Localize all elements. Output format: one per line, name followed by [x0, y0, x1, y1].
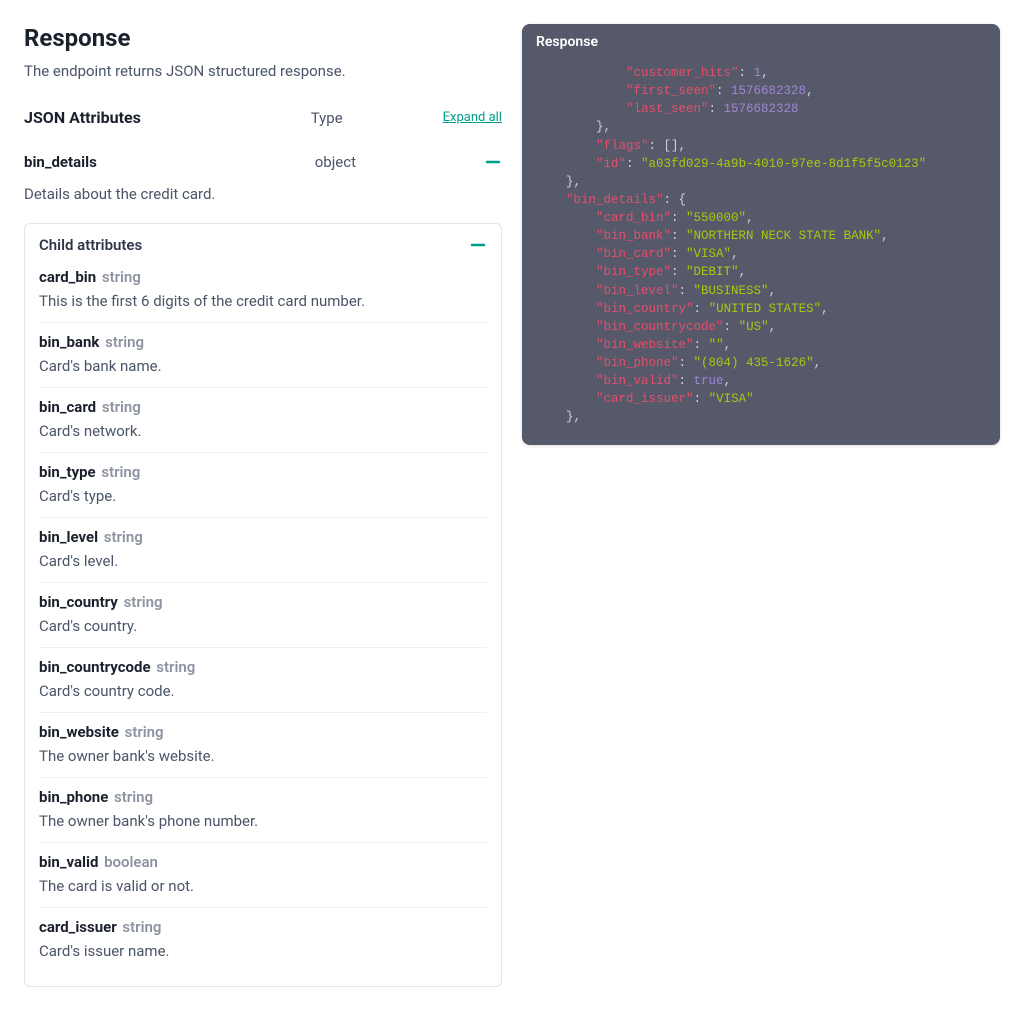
- child-attribute-description: Card's issuer name.: [39, 942, 487, 960]
- child-attribute-type: boolean: [100, 853, 158, 871]
- child-attribute-description: The card is valid or not.: [39, 877, 487, 895]
- child-attribute-type: string: [98, 463, 141, 481]
- child-attribute-row: bin_type string Card's type.: [39, 452, 487, 517]
- page-title: Response: [24, 24, 502, 52]
- child-attribute-description: Card's country code.: [39, 682, 487, 700]
- child-attribute-type: string: [121, 723, 164, 741]
- child-attribute-type: string: [120, 593, 163, 611]
- child-attribute-type: string: [100, 528, 143, 546]
- child-attribute-row: bin_countrycode string Card's country cod…: [39, 647, 487, 712]
- child-attribute-type: string: [119, 918, 162, 936]
- child-attribute-name: bin_valid: [39, 853, 98, 871]
- child-attribute-description: Card's network.: [39, 422, 487, 440]
- collapse-icon[interactable]: [484, 153, 502, 171]
- child-attribute-type: string: [101, 333, 144, 351]
- response-code-panel: Response "customer_hits": 1, "first_seen…: [522, 24, 1000, 445]
- child-attribute-name: card_issuer: [39, 918, 117, 936]
- child-attribute-type: string: [98, 268, 141, 286]
- child-attribute-type: string: [153, 658, 196, 676]
- child-attribute-type: string: [110, 788, 153, 806]
- child-attribute-row: bin_bank string Card's bank name.: [39, 322, 487, 387]
- child-attributes-label: Child attributes: [39, 236, 142, 254]
- child-attribute-row: card_bin string This is the first 6 digit…: [39, 266, 487, 322]
- child-attribute-type: string: [98, 398, 141, 416]
- child-attribute-description: This is the first 6 digits of the credit…: [39, 292, 487, 310]
- intro-text: The endpoint returns JSON structured res…: [24, 62, 502, 80]
- attribute-type: object: [315, 153, 356, 171]
- child-attribute-description: Card's bank name.: [39, 357, 487, 375]
- collapse-icon[interactable]: [469, 236, 487, 254]
- attribute-name: bin_details: [24, 153, 97, 171]
- child-attribute-name: card_bin: [39, 268, 96, 286]
- child-attribute-name: bin_website: [39, 723, 119, 741]
- child-attributes-header[interactable]: Child attributes: [39, 224, 487, 266]
- child-attribute-name: bin_phone: [39, 788, 108, 806]
- code-panel-title: Response: [522, 24, 1000, 60]
- child-attribute-row: bin_level string Card's level.: [39, 517, 487, 582]
- child-attributes-box: Child attributes card_bin string This is …: [24, 223, 502, 987]
- expand-all-link[interactable]: Expand all: [443, 110, 502, 125]
- child-attribute-row: bin_country string Card's country.: [39, 582, 487, 647]
- child-attribute-name: bin_countrycode: [39, 658, 151, 676]
- attribute-row-bin-details[interactable]: bin_details object: [24, 137, 502, 179]
- code-body: "customer_hits": 1, "first_seen": 157668…: [522, 60, 1000, 445]
- child-attribute-row: bin_valid boolean The card is valid or no…: [39, 842, 487, 907]
- child-attribute-row: bin_card string Card's network.: [39, 387, 487, 452]
- child-attribute-name: bin_bank: [39, 333, 99, 351]
- child-attribute-row: card_issuer string Card's issuer name.: [39, 907, 487, 972]
- child-attribute-row: bin_website string The owner bank's websi…: [39, 712, 487, 777]
- child-attribute-description: The owner bank's website.: [39, 747, 487, 765]
- attributes-label: JSON Attributes: [24, 108, 141, 127]
- type-column-label: Type: [311, 109, 343, 127]
- child-attribute-name: bin_level: [39, 528, 98, 546]
- child-attribute-name: bin_country: [39, 593, 118, 611]
- child-attribute-name: bin_card: [39, 398, 96, 416]
- child-attribute-row: bin_phone string The owner bank's phone n…: [39, 777, 487, 842]
- child-attribute-description: The owner bank's phone number.: [39, 812, 487, 830]
- attributes-header: JSON Attributes Type Expand all: [24, 108, 502, 137]
- child-attribute-description: Card's country.: [39, 617, 487, 635]
- child-attribute-description: Card's level.: [39, 552, 487, 570]
- child-attribute-name: bin_type: [39, 463, 96, 481]
- attribute-description: Details about the credit card.: [24, 179, 502, 217]
- child-attribute-description: Card's type.: [39, 487, 487, 505]
